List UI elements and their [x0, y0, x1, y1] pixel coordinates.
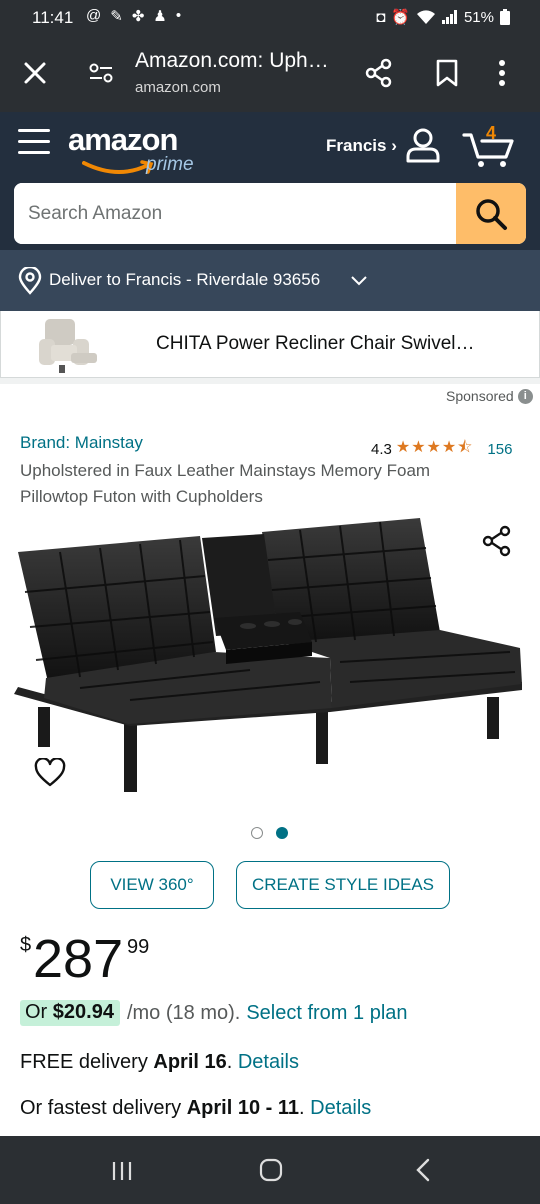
free-delivery-date: April 16 [153, 1051, 227, 1073]
battery-percent: 51% [463, 8, 494, 26]
pinwheel-icon: ✤ [131, 8, 145, 25]
sponsored-label[interactable]: Sponsored i [446, 388, 533, 404]
search-button[interactable] [456, 183, 526, 244]
recliner-chair-image [39, 319, 97, 373]
system-navigation-bar [0, 1136, 540, 1204]
free-delivery-prefix: FREE delivery [20, 1051, 154, 1073]
search-bar [14, 183, 526, 244]
signal-icon [441, 10, 457, 24]
carousel-dot-1[interactable] [251, 827, 263, 839]
free-delivery: FREE delivery April 16. Details [20, 1051, 299, 1074]
cart-count: 4 [486, 123, 497, 143]
browser-toolbar: Amazon.com: Uph… amazon.com [0, 36, 540, 112]
threads-icon: @ [86, 7, 102, 24]
amazon-header: amazon prime Francis › 4 [0, 112, 540, 250]
bookmark-icon[interactable] [434, 58, 460, 88]
monthly-amount: $20.94 [52, 1001, 114, 1023]
fastest-delivery-suffix: . [299, 1097, 311, 1119]
share-icon[interactable] [364, 58, 394, 88]
search-icon [476, 198, 507, 230]
monthly-amount-badge: Or $20.94 [20, 1000, 120, 1026]
fastest-delivery: Or fastest delivery April 10 - 11. Detai… [20, 1097, 371, 1120]
futon-image [14, 518, 522, 792]
home-icon[interactable] [259, 1158, 283, 1182]
carousel-indicator[interactable] [251, 827, 288, 839]
price-fraction: 99 [127, 936, 150, 958]
notification-icons: @ ✎ ✤ ♟ • [86, 7, 181, 25]
view-360-button[interactable]: VIEW 360° [90, 861, 214, 909]
info-icon[interactable]: i [517, 388, 533, 404]
product-title: Upholstered in Faux Leather Mainstays Me… [20, 461, 431, 506]
location-pin-icon [18, 267, 42, 295]
price-whole: 287 [33, 929, 124, 989]
account-link[interactable]: Francis › [326, 136, 397, 156]
person-icon: ♟ [153, 8, 167, 25]
rating-value: 4.3 [371, 441, 392, 458]
close-icon[interactable] [20, 58, 50, 88]
carousel-dot-2[interactable] [276, 827, 288, 839]
sponsored-product-banner[interactable]: CHITA Power Recliner Chair Swivel… [0, 311, 540, 378]
menu-icon[interactable] [18, 129, 50, 157]
select-plan-link[interactable]: Select from 1 plan [246, 1002, 407, 1025]
nfc-icon: ◘ [376, 8, 386, 26]
logo-smile-icon [82, 160, 154, 175]
brand-link[interactable]: Brand: Mainstay [20, 433, 143, 453]
free-delivery-details-link[interactable]: Details [238, 1051, 299, 1073]
back-icon[interactable] [414, 1158, 432, 1182]
status-time: 11:41 [32, 8, 74, 27]
share-icon[interactable] [481, 525, 513, 557]
deliver-to-bar[interactable]: Deliver to Francis - Riverdale 93656 [0, 250, 540, 311]
page-title[interactable]: Amazon.com: Uph… [135, 49, 329, 73]
sponsored-product-name: CHITA Power Recliner Chair Swivel… [156, 333, 475, 354]
product-image-carousel[interactable] [0, 512, 540, 812]
monthly-prefix: Or [25, 1001, 53, 1023]
dot-icon: • [175, 7, 182, 24]
feather-icon: ✎ [110, 8, 123, 25]
deliver-to-text: Deliver to Francis - Riverdale 93656 [49, 270, 321, 289]
monthly-payment: Or $20.94 /mo (18 mo). Select from 1 pla… [20, 1000, 408, 1026]
page-url[interactable]: amazon.com [135, 79, 221, 96]
amazon-logo[interactable]: amazon prime [68, 122, 203, 182]
rating-count[interactable]: 156 [487, 441, 512, 458]
system-icons: ◘ ⏰ 51% [376, 8, 510, 26]
chevron-down-icon [351, 276, 367, 286]
recents-icon[interactable] [111, 1160, 133, 1182]
section-divider [0, 378, 540, 384]
alarm-icon: ⏰ [391, 9, 410, 26]
sponsored-text: Sponsored [446, 388, 514, 404]
wifi-icon [416, 10, 435, 24]
fastest-delivery-prefix: Or fastest delivery [20, 1097, 187, 1119]
logo-wordmark: amazon [68, 122, 178, 157]
fastest-delivery-date: April 10 - 11 [186, 1097, 299, 1119]
status-bar: 11:41 @ ✎ ✤ ♟ • ◘ ⏰ 51% [0, 0, 540, 36]
search-input[interactable] [14, 183, 456, 244]
monthly-term: /mo (18 mo). [126, 1001, 241, 1024]
cart-button[interactable]: 4 [462, 123, 518, 169]
more-options-icon[interactable] [497, 58, 507, 88]
create-style-ideas-button[interactable]: CREATE STYLE IDEAS [236, 861, 450, 909]
logo-prime: prime [146, 154, 194, 175]
free-delivery-suffix: . [226, 1051, 238, 1073]
fastest-delivery-details-link[interactable]: Details [310, 1097, 371, 1119]
user-icon[interactable] [405, 127, 441, 163]
battery-icon [500, 9, 510, 25]
heart-icon[interactable] [34, 758, 66, 788]
price-symbol: $ [20, 934, 32, 956]
site-settings-icon[interactable] [88, 60, 114, 86]
